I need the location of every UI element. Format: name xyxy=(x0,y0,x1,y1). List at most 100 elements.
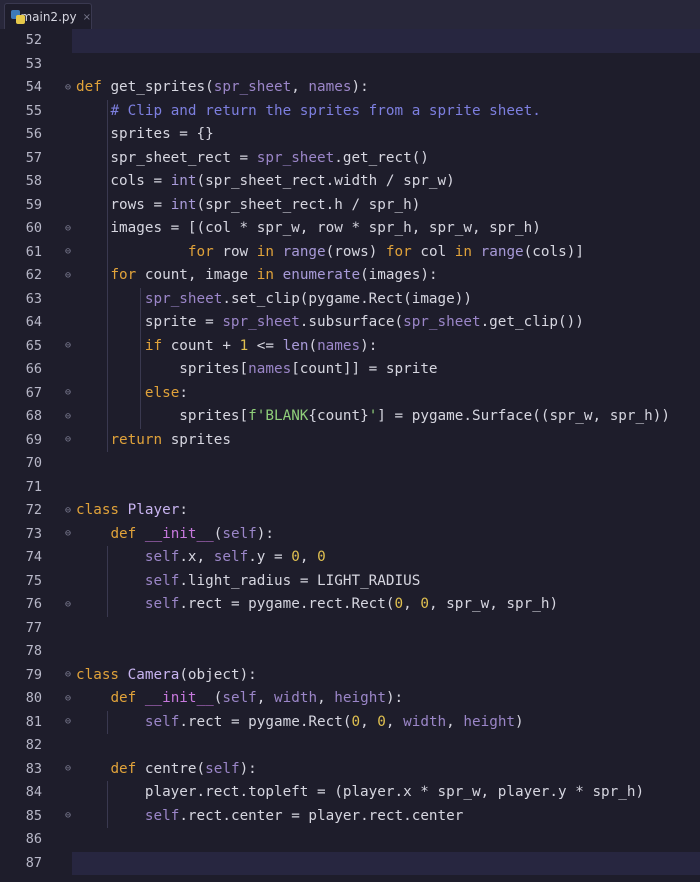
code-line[interactable]: sprites[names[count]] = sprite xyxy=(76,358,437,382)
code-line[interactable]: def __init__(self): xyxy=(76,523,274,547)
current-line-highlight xyxy=(72,851,700,875)
code-token: names xyxy=(248,361,292,377)
code-line[interactable]: def centre(self): xyxy=(76,758,257,782)
code-token: count + xyxy=(170,337,240,354)
code-line[interactable]: def get_sprites(spr_sheet, names): xyxy=(76,76,369,100)
code-token: else xyxy=(144,384,180,401)
code-line[interactable]: self.rect = pygame.rect.Rect(0, 0, spr_w… xyxy=(76,593,558,617)
code-token: __init__ xyxy=(144,690,214,706)
code-line[interactable]: cols = int(spr_sheet_rect.width / spr_w) xyxy=(76,170,455,194)
fold-marker-icon[interactable]: ⊖ xyxy=(63,528,73,540)
code-line[interactable]: self.x, self.y = 0, 0 xyxy=(76,546,326,570)
code-line[interactable]: for row in range(rows) for col in range(… xyxy=(76,241,584,265)
code-token: (rows) xyxy=(325,243,386,260)
code-token: len xyxy=(282,337,309,354)
code-token: ): xyxy=(360,337,378,354)
close-icon[interactable]: × xyxy=(83,12,91,23)
line-number: 60 xyxy=(25,220,42,236)
code-line[interactable]: self.light_radius = LIGHT_RADIUS xyxy=(76,570,420,594)
code-line[interactable]: sprite = spr_sheet.subsurface(spr_sheet.… xyxy=(76,311,584,335)
code-token: player.rect.topleft = (player.x * spr_w,… xyxy=(76,784,645,800)
line-number: 71 xyxy=(25,478,42,495)
code-token: Player xyxy=(127,502,180,518)
code-token: self xyxy=(222,525,257,542)
code-token: .set_clip(pygame.Rect(image)) xyxy=(222,290,472,307)
code-token: def xyxy=(110,690,145,706)
line-number: 75 xyxy=(25,572,42,589)
line-number: 81 xyxy=(25,713,42,730)
fold-marker-icon[interactable]: ⊖ xyxy=(63,246,73,258)
code-token: range xyxy=(282,243,326,260)
code-token: .rect = pygame.Rect( xyxy=(179,713,352,730)
line-number: 67 xyxy=(25,384,42,401)
code-token: col xyxy=(420,243,455,260)
code-token: .light_radius = LIGHT_RADIUS xyxy=(179,572,421,589)
fold-marker-icon[interactable]: ⊖ xyxy=(63,669,73,681)
line-number: 68 xyxy=(25,408,42,424)
code-token: .rect = pygame.rect.Rect( xyxy=(179,596,395,612)
code-line[interactable]: images = [(col * spr_w, row * spr_h, spr… xyxy=(76,217,540,241)
code-token: ): xyxy=(385,690,404,706)
code-line[interactable]: else: xyxy=(76,382,188,406)
code-token: height xyxy=(463,713,516,730)
code-line[interactable]: rows = int(spr_sheet_rect.h / spr_h) xyxy=(76,194,420,218)
code-line[interactable]: player.rect.topleft = (player.x * spr_w,… xyxy=(76,781,644,805)
code-line[interactable]: return sprites xyxy=(76,429,231,453)
line-number: 52 xyxy=(25,32,42,48)
code-token: <= xyxy=(248,337,283,354)
code-token: rows = xyxy=(76,196,171,213)
line-number: 65 xyxy=(25,337,42,354)
fold-marker-icon[interactable]: ⊖ xyxy=(63,340,73,352)
code-line[interactable]: spr_sheet_rect = spr_sheet.get_rect() xyxy=(76,147,429,171)
fold-marker-icon[interactable]: ⊖ xyxy=(63,693,73,705)
code-line[interactable]: spr_sheet.set_clip(pygame.Rect(image)) xyxy=(76,288,472,312)
code-token: return xyxy=(110,431,171,448)
line-number: 72 xyxy=(25,502,42,518)
fold-marker-icon[interactable]: ⊖ xyxy=(63,411,73,423)
code-line[interactable]: for count, image in enumerate(images): xyxy=(76,264,437,288)
code-line[interactable]: class Camera(object): xyxy=(76,664,257,688)
fold-marker-icon[interactable]: ⊖ xyxy=(63,270,73,282)
fold-marker-icon[interactable]: ⊖ xyxy=(63,434,73,446)
code-line[interactable]: self.rect = pygame.Rect(0, 0, width, hei… xyxy=(76,711,524,735)
code-token: ): xyxy=(256,525,275,542)
tab-main2-py[interactable]: main2.py × xyxy=(4,3,92,30)
code-line[interactable]: sprites = {} xyxy=(76,123,213,147)
code-line[interactable]: class Player: xyxy=(76,499,188,523)
code-token: self xyxy=(205,760,240,777)
code-token: ): xyxy=(239,760,257,777)
fold-marker-icon[interactable]: ⊖ xyxy=(63,716,73,728)
line-number: 53 xyxy=(25,55,42,72)
code-token: 0 xyxy=(351,713,361,730)
line-number: 83 xyxy=(25,760,42,777)
line-number: 73 xyxy=(25,525,42,542)
code-line[interactable]: def __init__(self, width, height): xyxy=(76,687,403,711)
code-token: self xyxy=(144,713,180,730)
code-token: (spr_sheet_rect.h / spr_h) xyxy=(196,196,421,213)
tab-label: main2.py xyxy=(20,10,77,24)
code-line[interactable]: # Clip and return the sprites from a spr… xyxy=(76,100,540,124)
fold-marker-icon[interactable]: ⊖ xyxy=(63,223,73,235)
code-line[interactable]: self.rect.center = player.rect.center xyxy=(76,805,463,829)
code-token: (spr_sheet_rect.width / spr_w) xyxy=(196,173,455,189)
fold-marker-icon[interactable]: ⊖ xyxy=(63,387,73,399)
code-line[interactable]: sprites[f'BLANK{count}'] = pygame.Surfac… xyxy=(76,405,670,429)
current-line-highlight xyxy=(72,29,700,53)
code-token: spr_sheet xyxy=(256,149,335,166)
line-number: 84 xyxy=(25,784,42,800)
code-line[interactable]: if count + 1 <= len(names): xyxy=(76,335,377,359)
fold-marker-icon[interactable]: ⊖ xyxy=(63,505,73,517)
code-token: cols = xyxy=(76,173,171,189)
line-number: 69 xyxy=(25,431,42,448)
fold-marker-icon[interactable]: ⊖ xyxy=(63,763,73,775)
code-token: height xyxy=(334,690,386,706)
fold-marker-icon[interactable]: ⊖ xyxy=(63,82,73,94)
fold-marker-icon[interactable]: ⊖ xyxy=(63,810,73,822)
code-editor[interactable]: 52 53 54 ⊖ def get_sprites(spr_sheet, names)… xyxy=(0,29,700,882)
fold-marker-icon[interactable]: ⊖ xyxy=(63,599,73,611)
